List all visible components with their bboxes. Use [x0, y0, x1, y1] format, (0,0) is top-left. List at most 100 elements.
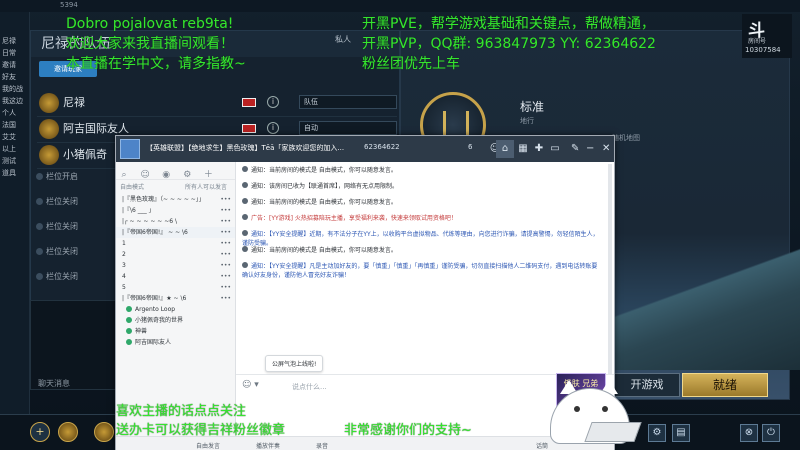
left-column-item[interactable]: 以上 [0, 144, 29, 154]
rank-badge-icon [39, 119, 59, 139]
mode-filter[interactable]: 自由模式 所有人可以发言 [116, 180, 235, 194]
channel-label: |『\6 ___ 」 [122, 207, 155, 214]
gamepad-icon[interactable]: ✚ [532, 142, 546, 156]
window-titlebar[interactable]: 【英雄联盟】【绝地求生】黑色玫瑰】Tēā「家族欢迎您的加入... 6236462… [116, 136, 614, 162]
more-icon[interactable]: ••• [220, 216, 231, 227]
user-item[interactable]: 阿吉国际友人 [116, 337, 235, 348]
map-icon[interactable]: ▤ [672, 424, 690, 442]
message-icon[interactable]: ▭ [548, 142, 562, 156]
left-column: 尼禄日常邀请好友我的战我这边个人法国艾艾以上测试道具 [0, 12, 30, 450]
left-column-item[interactable]: 测试 [0, 156, 29, 166]
mode-select[interactable]: 自动 [299, 121, 397, 135]
left-column-item[interactable]: 法国 [0, 120, 29, 130]
scrollbar[interactable] [608, 164, 612, 374]
ready-button[interactable]: 就绪 [682, 373, 768, 397]
top-counter: 5394 [60, 1, 78, 9]
left-column-item[interactable]: 我这边 [0, 96, 29, 106]
channel-item[interactable]: |『帝国6帝国!』 ~ ~ \6 ••• [116, 227, 235, 238]
notice-text: 通知：当前房间的模式是 自由模式，你可以随意发言。 [251, 167, 397, 174]
user-item[interactable]: Argento Loop [116, 304, 235, 315]
slot-status[interactable]: 栏位关闭 [36, 193, 106, 211]
channel-item[interactable]: 2 ••• [116, 249, 235, 260]
more-icon[interactable]: ••• [220, 282, 231, 293]
channel-item[interactable]: |『黑色玫瑰』（~ ~ ~ ~ ~」」 ••• [116, 194, 235, 205]
channel-label: |『黑色玫瑰』（~ ~ ~ ~ ~」」 [122, 196, 205, 203]
channel-item[interactable]: 1 ••• [116, 238, 235, 249]
channel-item[interactable]: |『\6 ___ 」 ••• [116, 205, 235, 216]
player-name: 阿吉国际友人 [63, 122, 129, 135]
emoji-icon[interactable]: ☺ ▾ [242, 380, 259, 390]
slot-status[interactable]: 栏位关闭 [36, 218, 106, 236]
grid-icon[interactable]: ▦ [516, 142, 530, 156]
more-icon[interactable]: ••• [220, 249, 231, 260]
private-label: 私人 [335, 35, 351, 44]
left-column-item[interactable]: 尼禄 [0, 36, 29, 46]
record-button[interactable]: 录音 [316, 441, 328, 450]
logo-text: 房间号 [748, 38, 767, 45]
message-input[interactable]: 说点什么... [292, 382, 327, 392]
more-icon[interactable]: ••• [220, 227, 231, 238]
notice-text: 通知：该房间已收为【联通首席】，网络有无点用限制。 [251, 183, 399, 190]
left-column-item[interactable]: 艾艾 [0, 132, 29, 142]
left-column-item[interactable]: 我的战 [0, 84, 29, 94]
accompaniment-button[interactable]: 播放伴奏 [256, 441, 280, 450]
left-column-item[interactable]: 日常 [0, 48, 29, 58]
close-window-icon[interactable]: ✕ [602, 143, 610, 154]
channel-list: |『黑色玫瑰』（~ ~ ~ ~ ~」」 ••• |『\6 ___ 」 ••• |┌ ~ … [116, 194, 235, 348]
channel-item[interactable]: |『帝国6帝国!』★ ~ \6 ••• [116, 293, 235, 304]
cat-eye [574, 406, 580, 412]
more-icon[interactable]: ••• [220, 260, 231, 271]
slot-status[interactable]: 栏位开启 [36, 168, 106, 186]
user-item[interactable]: 小猪佩奇我的世界 [116, 315, 235, 326]
channel-label: 3 [122, 262, 126, 269]
rank-icon[interactable] [58, 422, 78, 442]
free-speak-button[interactable]: 自由发言 [196, 441, 220, 450]
slot-status[interactable]: 栏位关闭 [36, 243, 106, 261]
mode-select[interactable]: 队伍 [299, 95, 397, 109]
notice-text: 通知：当前房间的模式是 自由模式，你可以随意发言。 [251, 247, 397, 254]
more-icon[interactable]: ••• [220, 238, 231, 249]
overlay-pve: 开黑PVE，帮学游戏基础和关键点，帮做精通， [362, 16, 655, 32]
home-icon[interactable]: ⌂ [496, 140, 514, 158]
left-column-item[interactable]: 个人 [0, 108, 29, 118]
overlay-gift: 送办卡可以获得吉祥粉丝徽章 [116, 423, 286, 438]
close-icon[interactable]: ⊗ [740, 424, 758, 442]
left-column-item[interactable]: 邀请 [0, 60, 29, 70]
flag-icon [242, 124, 256, 133]
add-icon[interactable]: + [30, 422, 50, 442]
power-icon[interactable]: ⏻ [762, 424, 780, 442]
channel-label: |『帝国6帝国!』 ~ ~ \6 [122, 229, 188, 236]
online-icon [126, 317, 132, 323]
left-column-item[interactable]: 好友 [0, 72, 29, 82]
map-subtitle: 随机地图 [612, 134, 640, 142]
more-icon[interactable]: ••• [220, 194, 231, 205]
filter-label: 自由模式 [120, 184, 145, 191]
user-item[interactable]: 神兽 [116, 326, 235, 337]
rank-badge-icon [39, 145, 59, 165]
left-column-item[interactable]: 道具 [0, 168, 29, 178]
rank-icon[interactable] [94, 422, 114, 442]
more-icon[interactable]: ••• [220, 205, 231, 216]
add-icon[interactable]: ＋ [202, 167, 214, 180]
channel-item[interactable]: 5 ••• [116, 282, 235, 293]
channel-label: 1 [122, 240, 126, 247]
info-icon[interactable]: i [267, 96, 279, 108]
room-logo: 斗 房间号 10307584 [742, 14, 792, 58]
channel-item[interactable]: |┌ ~ ~ ~ ~ ~ ~6 \ ••• [116, 216, 235, 227]
group-id: 62364622 [364, 143, 400, 151]
channel-item[interactable]: 4 ••• [116, 271, 235, 282]
pin-icon[interactable]: ✎ [571, 143, 579, 154]
more-icon[interactable]: ••• [220, 293, 231, 304]
filter-right: 所有人可以发言 [184, 184, 227, 191]
channel-item[interactable]: 3 ••• [116, 260, 235, 271]
slot-status[interactable]: 栏位关闭 [36, 268, 106, 286]
player-row[interactable]: 尼禄 i 队伍 [37, 89, 397, 117]
channel-label: |『帝国6帝国!』★ ~ \6 [122, 295, 187, 302]
more-icon[interactable]: ••• [220, 271, 231, 282]
channel-label: 2 [122, 251, 126, 258]
minimize-icon[interactable]: − [586, 143, 594, 154]
chat-title: 聊天消息 [38, 379, 70, 388]
online-icon [126, 306, 132, 312]
info-icon[interactable]: i [267, 122, 279, 134]
settings-icon[interactable]: ⚙ [648, 424, 666, 442]
